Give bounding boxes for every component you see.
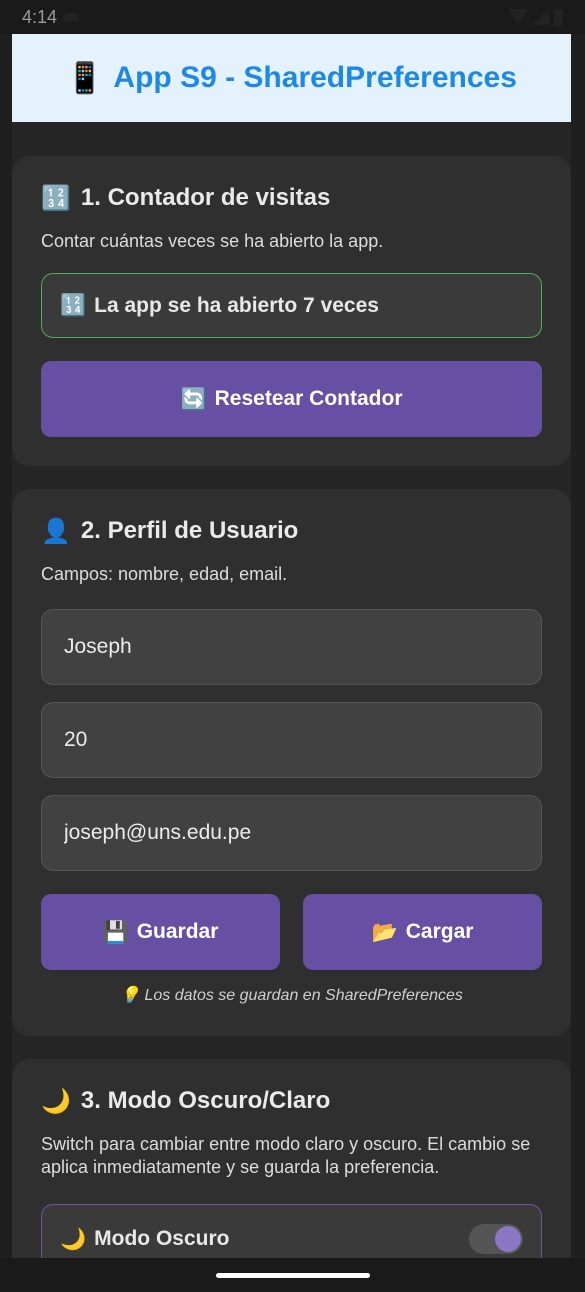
status-time: 4:14 — [22, 6, 58, 27]
profile-card-title: 👤 2. Perfil de Usuario — [41, 517, 542, 545]
navigation-bar — [0, 1258, 585, 1292]
profile-description: Campos: nombre, edad, email. — [41, 564, 288, 584]
profile-actions: 💾 Guardar 📂 Cargar — [41, 894, 542, 970]
theme-card-title: 🌙 3. Modo Oscuro/Claro — [41, 1087, 542, 1115]
signal-icon — [533, 9, 549, 25]
age-input[interactable] — [64, 728, 519, 752]
user-icon: 👤 — [41, 517, 71, 545]
profile-card: 👤 2. Perfil de Usuario Campos: nombre, e… — [12, 489, 571, 1036]
moon-icon: 🌙 — [41, 1087, 71, 1115]
save-label: Guardar — [136, 920, 219, 943]
wifi-icon — [508, 9, 528, 25]
numbers-icon: 🔢 — [60, 293, 87, 317]
visit-count-box: 🔢 La app se ha abierto 7 veces — [41, 273, 542, 338]
status-bar: 4:14 — [0, 0, 585, 34]
name-input[interactable] — [64, 635, 519, 659]
dark-mode-label-group: 🌙 Modo Oscuro — [60, 1227, 230, 1252]
theme-card: 🌙 3. Modo Oscuro/Claro Switch para cambi… — [12, 1059, 571, 1258]
reset-counter-label: Resetear Contador — [214, 387, 403, 410]
floppy-disk-icon: 💾 — [102, 919, 129, 944]
app-title: App S9 - SharedPreferences — [113, 61, 517, 94]
toggle-knob — [495, 1226, 521, 1252]
app-header: 📱 App S9 - SharedPreferences — [12, 34, 571, 122]
battery-icon — [554, 8, 563, 26]
cloud-icon — [63, 12, 80, 22]
counter-title-text: 1. Contador de visitas — [80, 184, 331, 211]
save-button[interactable]: 💾 Guardar — [41, 894, 280, 970]
numbers-icon: 🔢 — [41, 184, 71, 212]
load-button[interactable]: 📂 Cargar — [303, 894, 542, 970]
dark-mode-label: Modo Oscuro — [94, 1227, 230, 1250]
email-input[interactable] — [64, 821, 519, 845]
reset-counter-button[interactable]: 🔄 Resetear Contador — [41, 361, 542, 437]
name-field[interactable] — [41, 609, 542, 685]
visit-count-text: La app se ha abierto 7 veces — [94, 293, 379, 317]
load-label: Cargar — [405, 920, 474, 943]
theme-title-text: 3. Modo Oscuro/Claro — [80, 1087, 331, 1114]
app-window: 📱 App S9 - SharedPreferences 🔢 1. Contad… — [12, 34, 571, 1258]
dark-mode-toggle[interactable] — [469, 1224, 523, 1254]
storage-hint: 💡 Los datos se guardan en SharedPreferen… — [120, 987, 463, 1004]
open-folder-icon: 📂 — [371, 919, 398, 944]
home-handle[interactable] — [215, 1272, 370, 1278]
profile-title-text: 2. Perfil de Usuario — [80, 517, 299, 544]
refresh-icon: 🔄 — [180, 386, 207, 411]
phone-icon: 📱 — [66, 60, 104, 96]
theme-description: Switch para cambiar entre modo claro y o… — [41, 1134, 531, 1177]
moon-icon: 🌙 — [60, 1226, 87, 1251]
age-field[interactable] — [41, 702, 542, 778]
dark-mode-row[interactable]: 🌙 Modo Oscuro — [41, 1204, 542, 1258]
counter-card-title: 🔢 1. Contador de visitas — [41, 184, 542, 212]
counter-card: 🔢 1. Contador de visitas Contar cuántas … — [12, 156, 571, 466]
counter-description: Contar cuántas veces se ha abierto la ap… — [41, 231, 384, 251]
email-field[interactable] — [41, 795, 542, 871]
